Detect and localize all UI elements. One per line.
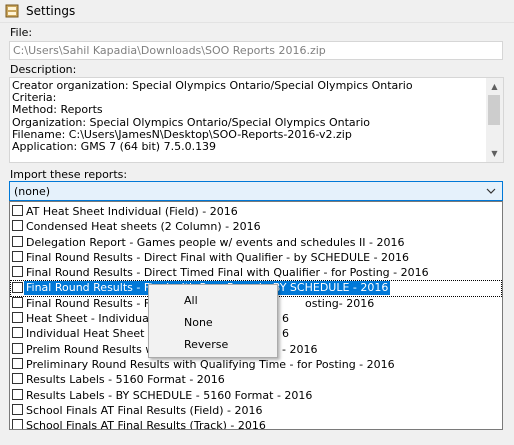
description-text: Creator organization: Special Olympics O… — [12, 80, 484, 153]
report-checkbox[interactable] — [12, 266, 23, 278]
context-menu-item-reverse[interactable]: Reverse — [150, 335, 276, 355]
report-checkbox[interactable] — [12, 296, 23, 308]
description-label: Description: — [10, 63, 77, 76]
description-scrollbar[interactable]: ▲ ▼ — [486, 78, 503, 162]
description-textbox[interactable]: Creator organization: Special Olympics O… — [9, 77, 504, 163]
report-checkbox[interactable] — [12, 373, 23, 385]
report-label: Final Round Results - Direct Final with … — [26, 250, 410, 264]
reports-dropdown[interactable]: (none) — [9, 181, 503, 201]
report-checkbox[interactable] — [12, 205, 23, 216]
report-label: AT Heat Sheet Individual (Field) - 2016 — [26, 205, 238, 218]
description-line: Organization: Special Olympics Ontario/S… — [12, 115, 370, 129]
report-checkbox[interactable] — [12, 281, 23, 293]
chevron-down-icon — [486, 188, 496, 194]
context-menu-item-none[interactable]: None — [150, 313, 276, 333]
report-checkbox[interactable] — [12, 403, 23, 415]
report-label: School Finals AT Final Results (Track) -… — [26, 419, 266, 430]
report-label: Preliminary Round Results with Qualifyin… — [26, 358, 395, 371]
report-label: Individual Heat Sheet & S — [26, 327, 168, 341]
report-label: School Finals AT Final Results (Field) -… — [26, 403, 263, 417]
report-label-fragment: 6 — [282, 327, 289, 341]
report-checkbox[interactable] — [12, 419, 23, 429]
reports-dropdown-value: (none) — [14, 185, 51, 198]
file-field[interactable]: C:\Users\Sahil Kapadia\Downloads\SOO Rep… — [9, 41, 503, 60]
report-label: Final Round Results - Direct Timed Final… — [26, 266, 429, 280]
file-label: File: — [10, 26, 33, 39]
settings-app-icon — [5, 4, 19, 18]
report-checkbox[interactable] — [12, 220, 23, 232]
report-label: Results Labels - 5160 Format - 2016 — [26, 373, 225, 387]
report-row[interactable]: School Finals AT Final Results (Track) -… — [10, 417, 502, 430]
report-checkbox[interactable] — [12, 250, 23, 262]
report-label: Results Labels - BY SCHEDULE - 5160 Form… — [26, 388, 313, 402]
scroll-down-arrow-icon[interactable]: ▼ — [486, 145, 503, 162]
context-menu-item-label: All — [184, 294, 198, 307]
window-title: Settings — [26, 4, 76, 18]
scroll-thumb[interactable] — [488, 95, 500, 125]
context-menu-item-all[interactable]: All — [150, 291, 276, 311]
report-label: Final Round Results - Fina — [26, 296, 167, 310]
description-line: Method: Reports — [12, 103, 103, 117]
context-menu: All None Reverse — [148, 284, 278, 358]
reports-label: Import these reports: — [10, 168, 128, 181]
report-label-fragment: 6 — [282, 312, 289, 326]
report-checkbox[interactable] — [12, 388, 23, 400]
description-line: Application: GMS 7 (64 bit) 7.5.0.139 — [12, 140, 217, 154]
report-checkbox[interactable] — [12, 358, 23, 369]
report-label: Heat Sheet - Individual Ti — [26, 312, 165, 326]
context-menu-item-label: None — [184, 316, 213, 329]
report-label: Delegation Report - Games people w/ even… — [26, 235, 405, 249]
report-checkbox[interactable] — [12, 312, 23, 324]
context-menu-item-label: Reverse — [184, 338, 229, 351]
report-label-fragment: - 2016 — [282, 342, 318, 356]
report-checkbox[interactable] — [12, 327, 23, 339]
scroll-up-arrow-icon[interactable]: ▲ — [486, 78, 503, 95]
report-checkbox[interactable] — [12, 342, 23, 354]
report-label: Condensed Heat sheets (2 Column) - 2016 — [26, 220, 261, 234]
title-bar: Settings — [0, 0, 514, 23]
report-label-fragment: osting- 2016 — [305, 296, 375, 310]
description-line: Creator organization: Special Olympics O… — [12, 80, 413, 92]
report-checkbox[interactable] — [12, 235, 23, 247]
